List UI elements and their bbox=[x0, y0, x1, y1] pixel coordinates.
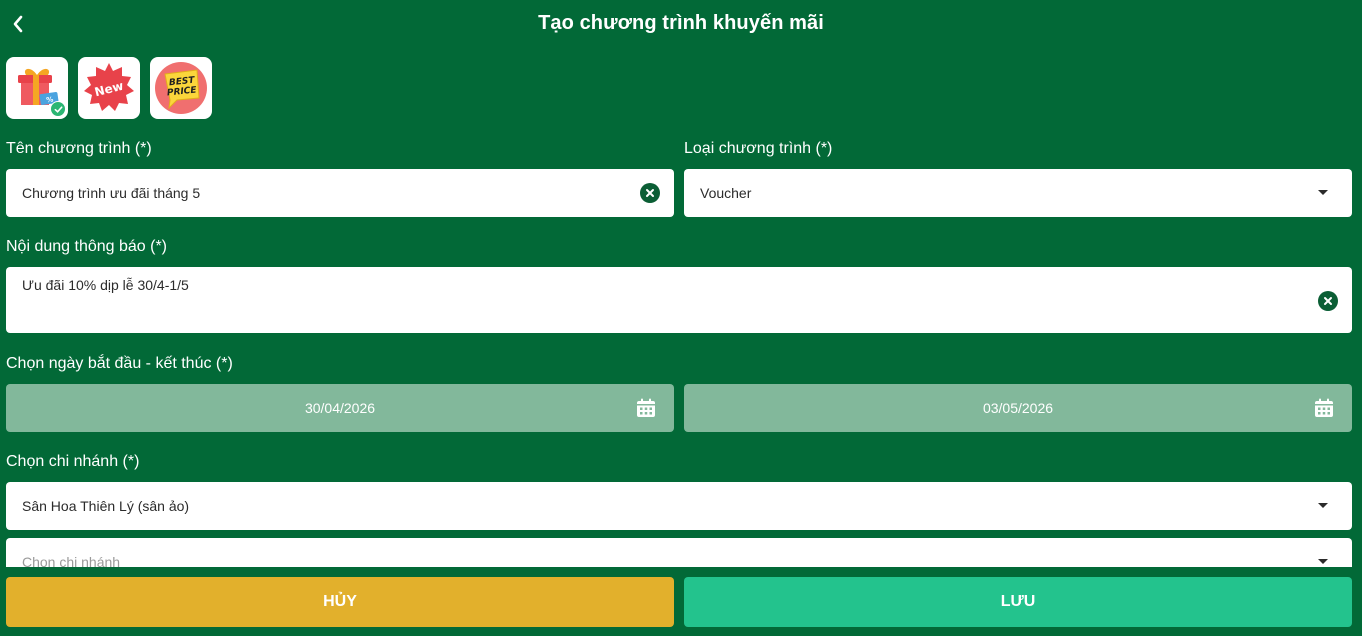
clear-icon[interactable] bbox=[1318, 291, 1338, 311]
branch-label: Chọn chi nhánh (*) bbox=[6, 453, 140, 470]
branch-select[interactable]: Sân Hoa Thiên Lý (sân ảo) bbox=[6, 482, 1352, 530]
template-picker: % New BEST PRICE bbox=[6, 57, 212, 119]
caret-down-icon[interactable] bbox=[1318, 503, 1328, 508]
calendar-icon[interactable] bbox=[1313, 397, 1335, 419]
program-name-field[interactable]: Chương trình ưu đãi tháng 5 bbox=[6, 169, 674, 217]
save-button[interactable]: LƯU bbox=[684, 577, 1352, 627]
start-date-picker[interactable]: 30/04/2026 bbox=[6, 384, 674, 432]
program-type-select[interactable]: Voucher bbox=[684, 169, 1352, 217]
template-gift[interactable]: % bbox=[6, 57, 68, 119]
create-promotion-screen: Tạo chương trình khuyến mãi % New BEST P… bbox=[0, 0, 1362, 636]
program-type-label: Loại chương trình (*) bbox=[684, 140, 833, 157]
cancel-button[interactable]: HỦY bbox=[6, 577, 674, 627]
start-date-value[interactable]: 30/04/2026 bbox=[6, 400, 674, 416]
notification-value[interactable]: Ưu đãi 10% dịp lễ 30/4-1/5 bbox=[22, 277, 189, 293]
calendar-icon[interactable] bbox=[635, 397, 657, 419]
end-date-value[interactable]: 03/05/2026 bbox=[684, 400, 1352, 416]
template-new[interactable]: New bbox=[78, 57, 140, 119]
best-price-icon: BEST PRICE bbox=[155, 62, 207, 114]
header: Tạo chương trình khuyến mãi bbox=[0, 0, 1362, 50]
end-date-picker[interactable]: 03/05/2026 bbox=[684, 384, 1352, 432]
selected-check-icon bbox=[50, 101, 66, 117]
program-type-value[interactable]: Voucher bbox=[700, 185, 751, 201]
clear-icon[interactable] bbox=[640, 183, 660, 203]
new-badge-icon: New bbox=[84, 63, 134, 111]
branch-value[interactable]: Sân Hoa Thiên Lý (sân ảo) bbox=[22, 498, 189, 514]
notification-label: Nội dung thông báo (*) bbox=[6, 238, 167, 255]
page-title: Tạo chương trình khuyến mãi bbox=[538, 12, 824, 34]
caret-down-icon[interactable] bbox=[1318, 190, 1328, 195]
notification-textarea[interactable]: Ưu đãi 10% dịp lễ 30/4-1/5 bbox=[6, 267, 1352, 333]
program-name-value[interactable]: Chương trình ưu đãi tháng 5 bbox=[22, 185, 200, 201]
date-range-label: Chọn ngày bắt đầu - kết thúc (*) bbox=[6, 355, 233, 372]
program-name-label: Tên chương trình (*) bbox=[6, 140, 152, 157]
template-best-price[interactable]: BEST PRICE bbox=[150, 57, 212, 119]
caret-down-icon[interactable] bbox=[1318, 559, 1328, 564]
